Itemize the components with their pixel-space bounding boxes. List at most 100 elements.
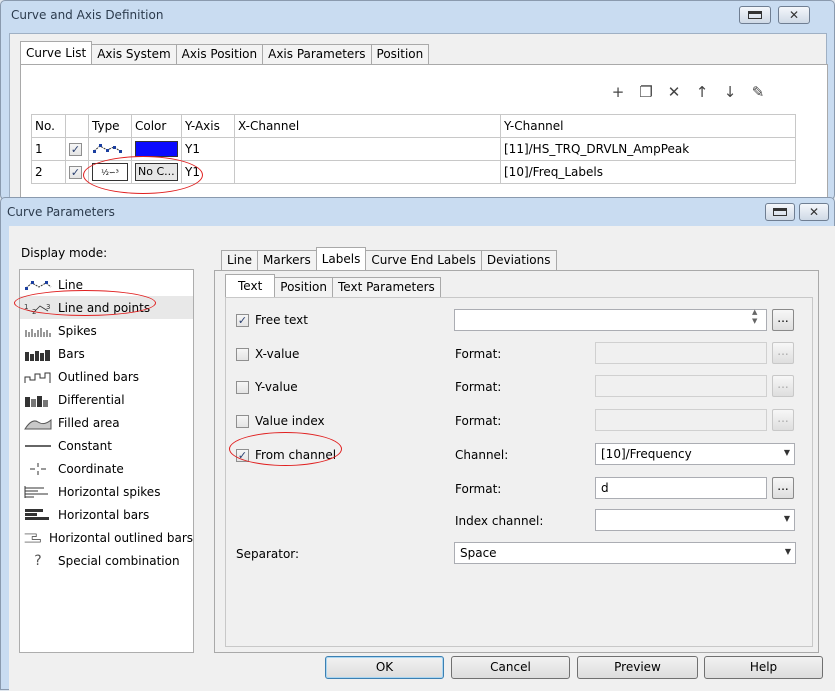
free-text-browse-button[interactable]: ... [772, 309, 794, 331]
row-color[interactable]: No C... [131, 160, 182, 184]
mode-special-combination[interactable]: ? Special combination [20, 549, 193, 572]
tab-axis-system[interactable]: Axis System [91, 44, 177, 64]
row-checkbox[interactable]: ✓ [65, 160, 89, 184]
horizontal-outlined-bars-icon [24, 533, 41, 542]
format-label: Format: [455, 482, 502, 496]
mode-line-and-points[interactable]: 123 Line and points [20, 296, 193, 319]
ok-button[interactable]: OK [325, 656, 444, 679]
labels-subtab-row: Text Position Text Parameters [225, 274, 441, 297]
x-value-label: X-value [255, 347, 300, 361]
mode-horizontal-spikes[interactable]: Horizontal spikes [20, 480, 193, 503]
mode-horizontal-outlined-bars[interactable]: Horizontal outlined bars [20, 526, 193, 549]
copy-icon[interactable]: ❐ [637, 83, 655, 101]
mode-outlined-bars[interactable]: Outlined bars [20, 365, 193, 388]
add-icon[interactable]: + [609, 83, 627, 101]
tab-axis-parameters[interactable]: Axis Parameters [262, 44, 372, 64]
title-bar: Curve Parameters ✕ [1, 198, 834, 226]
mode-filled-area[interactable]: Filled area [20, 411, 193, 434]
channel-select[interactable]: [10]/Frequency ▼ [595, 443, 795, 465]
value-index-label: Value index [255, 414, 325, 428]
row-type[interactable] [88, 137, 132, 161]
y-value-checkbox-row[interactable]: Y-value [236, 380, 298, 394]
curve-tab-row: Line Markers Labels Curve End Labels Dev… [221, 247, 557, 270]
col-x-channel: X-Channel [234, 114, 501, 138]
x-value-checkbox-row[interactable]: X-value [236, 347, 299, 361]
display-mode-list: Line 123 Line and points Spikes Bars Out… [19, 269, 194, 653]
tab-labels[interactable]: Labels [315, 247, 367, 270]
x-value-checkbox[interactable] [236, 347, 249, 361]
mode-spikes[interactable]: Spikes [20, 319, 193, 342]
subtab-text-parameters[interactable]: Text Parameters [332, 277, 441, 297]
mode-horizontal-bars[interactable]: Horizontal bars [20, 503, 193, 526]
tab-axis-position[interactable]: Axis Position [175, 44, 264, 64]
mode-line[interactable]: Line [20, 273, 193, 296]
col-type: Type [88, 114, 132, 138]
mode-coordinate[interactable]: Coordinate [20, 457, 193, 480]
edit-icon[interactable]: ✎ [749, 83, 767, 101]
curve-list-panel: + ❐ ✕ ↑ ↓ ✎ No. Type Color Y-Axis X-Chan… [20, 64, 828, 204]
row-color[interactable] [131, 137, 182, 161]
row-checkbox[interactable]: ✓ [65, 137, 89, 161]
tab-curve-list[interactable]: Curve List [20, 41, 93, 64]
subtab-text[interactable]: Text [225, 274, 276, 297]
preview-button[interactable]: Preview [577, 656, 698, 679]
close-icon: ✕ [808, 205, 820, 219]
value-index-checkbox[interactable] [236, 414, 249, 428]
from-channel-checkbox[interactable]: ✓ [236, 448, 249, 462]
help-button[interactable]: Help [704, 656, 823, 679]
differential-icon [25, 395, 48, 407]
close-button[interactable]: ✕ [799, 203, 829, 221]
move-up-icon[interactable]: ↑ [693, 83, 711, 101]
subtab-position[interactable]: Position [274, 277, 334, 297]
free-text-checkbox-row[interactable]: ✓ Free text [236, 313, 308, 327]
restore-button[interactable] [765, 203, 795, 221]
col-no: No. [31, 114, 66, 138]
restore-button[interactable] [739, 6, 771, 24]
y-value-checkbox[interactable] [236, 380, 249, 394]
free-text-input[interactable] [454, 309, 767, 331]
chevron-down-icon: ▼ [784, 547, 791, 556]
delete-icon[interactable]: ✕ [665, 83, 683, 101]
format-browse-button[interactable]: ... [772, 477, 794, 499]
separator-select[interactable]: Space ▼ [454, 542, 796, 564]
main-client-area: Curve List Axis System Axis Position Axi… [9, 33, 828, 204]
table-row[interactable]: 2 ✓ ¹⁄₂∽³ No C... Y1 [10]/Freq_Labels [31, 160, 796, 184]
value-index-browse-button[interactable]: ... [772, 409, 794, 431]
from-channel-checkbox-row[interactable]: ✓ From channel [236, 448, 336, 462]
tab-markers[interactable]: Markers [257, 250, 317, 270]
y-value-format-input[interactable] [595, 375, 767, 397]
move-down-icon[interactable]: ↓ [721, 83, 739, 101]
format-input[interactable]: d [595, 477, 767, 499]
curve-client-area: Display mode: Line 123 Line and points S… [9, 226, 835, 691]
close-button[interactable]: ✕ [778, 6, 810, 24]
mode-bars[interactable]: Bars [20, 342, 193, 365]
row-x-channel [234, 160, 501, 184]
row-type[interactable]: ¹⁄₂∽³ [88, 160, 132, 184]
tab-line[interactable]: Line [221, 250, 259, 270]
tab-deviations[interactable]: Deviations [480, 250, 557, 270]
mode-constant[interactable]: Constant [20, 434, 193, 457]
value-index-format-input[interactable] [595, 409, 767, 431]
x-value-browse-button[interactable]: ... [772, 342, 794, 364]
channel-label: Channel: [455, 448, 509, 462]
svg-text:1: 1 [24, 303, 28, 311]
mode-differential[interactable]: Differential [20, 388, 193, 411]
y-value-browse-button[interactable]: ... [772, 375, 794, 397]
free-text-label: Free text [255, 313, 308, 327]
free-text-checkbox[interactable]: ✓ [236, 313, 249, 327]
curve-parameters-window: Curve Parameters ✕ Display mode: Line 12… [0, 197, 835, 691]
index-channel-select[interactable]: ▼ [595, 509, 795, 531]
table-row[interactable]: 1 ✓ Y1 [11]/HS_TRQ_DRVLN_AmpPeak [31, 137, 796, 161]
row-y-axis: Y1 [181, 137, 235, 161]
x-value-format-input[interactable] [595, 342, 767, 364]
value-index-checkbox-row[interactable]: Value index [236, 414, 325, 428]
row-y-channel: [11]/HS_TRQ_DRVLN_AmpPeak [500, 137, 796, 161]
spin-arrows-icon[interactable]: ▲ ▼ [752, 308, 757, 326]
separator-select-value: Space [460, 546, 497, 560]
cancel-button[interactable]: Cancel [451, 656, 570, 679]
tab-curve-end-labels[interactable]: Curve End Labels [365, 250, 482, 270]
line-and-points-icon: 123 [24, 303, 50, 315]
value-index-format-label: Format: [455, 414, 502, 428]
tab-position[interactable]: Position [370, 44, 430, 64]
col-y-axis: Y-Axis [181, 114, 235, 138]
